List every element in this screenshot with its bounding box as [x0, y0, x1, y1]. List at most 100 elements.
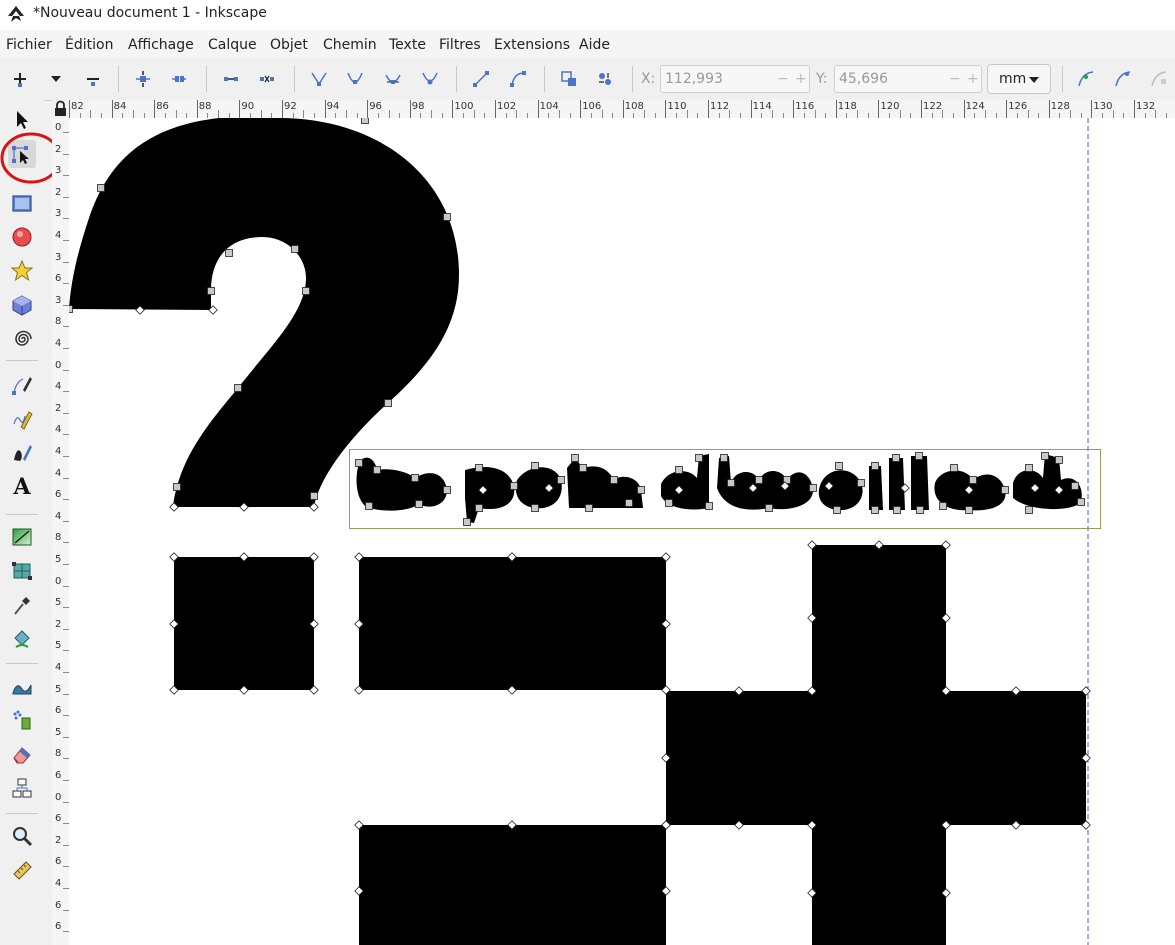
node-handle-square[interactable]	[625, 499, 633, 507]
menu-aide[interactable]: Aide	[579, 37, 610, 53]
zoom-icon[interactable]	[8, 822, 36, 850]
stroke-to-path-icon[interactable]	[592, 66, 618, 92]
wide-rectangle-shape[interactable]	[359, 557, 666, 690]
node-handle-square[interactable]	[705, 502, 713, 510]
node-handle-square[interactable]	[291, 245, 299, 253]
node-handle-square[interactable]	[531, 504, 539, 512]
node-handle-square[interactable]	[833, 506, 841, 514]
vertical-ruler[interactable]: 0 2 3 2 3 4 3 6 3 8 4 0 4 2 4 4 4 6 4 8 5 0 5 2 5 4 5 6 5 8 6 0 6 2 6 4 6 6	[52, 118, 70, 945]
node-handle-square[interactable]	[892, 454, 900, 462]
node-handle-square[interactable]	[585, 504, 593, 512]
measure-icon[interactable]	[8, 856, 36, 884]
segment-line-icon[interactable]	[468, 66, 494, 92]
menu-chemin[interactable]: Chemin	[323, 37, 377, 53]
node-handle-square[interactable]	[893, 506, 901, 514]
node-handle-square[interactable]	[915, 452, 923, 460]
clip-path-edit-icon[interactable]	[1073, 66, 1099, 92]
x-decrement-button[interactable]: −	[777, 71, 789, 87]
node-symmetric-icon[interactable]	[380, 66, 406, 92]
unit-select[interactable]: mm	[987, 64, 1051, 94]
node-handle-square[interactable]	[950, 464, 958, 472]
eraser-icon[interactable]	[8, 740, 36, 768]
canvas-artwork[interactable]	[69, 118, 1175, 945]
text-path-group[interactable]	[356, 454, 1082, 523]
node-handle-square[interactable]	[969, 476, 977, 484]
mask-edit-icon[interactable]	[1110, 66, 1136, 92]
node-handle-square[interactable]	[531, 462, 539, 470]
node-handle-square[interactable]	[1025, 506, 1033, 514]
pencil-icon[interactable]	[8, 405, 36, 433]
node-handle-square[interactable]	[1071, 482, 1079, 490]
object-to-path-icon[interactable]	[556, 66, 582, 92]
node-smooth-icon[interactable]	[342, 66, 368, 92]
delete-segment-icon[interactable]	[254, 66, 280, 92]
node-handle-square[interactable]	[384, 399, 392, 407]
connector-icon[interactable]	[8, 774, 36, 802]
drawing-canvas[interactable]	[69, 118, 1175, 945]
delete-node-icon[interactable]	[80, 66, 106, 92]
node-auto-icon[interactable]	[417, 66, 443, 92]
node-handle-square[interactable]	[695, 454, 703, 462]
node-handle-square[interactable]	[443, 486, 451, 494]
node-handle-square[interactable]	[557, 476, 565, 484]
node-handle-square[interactable]	[361, 118, 369, 124]
y-increment-button[interactable]: +	[967, 71, 979, 87]
menu-texte[interactable]: Texte	[389, 37, 426, 53]
node-handle-square[interactable]	[310, 492, 318, 500]
digit-two-shape[interactable]	[69, 118, 459, 507]
show-handles-icon[interactable]	[1146, 66, 1172, 92]
node-handle-square[interactable]	[463, 518, 471, 526]
node-handle-square[interactable]	[965, 506, 973, 514]
node-handle-square[interactable]	[610, 476, 618, 484]
node-handle-square[interactable]	[939, 502, 947, 510]
menu-filtres[interactable]: Filtres	[439, 37, 481, 53]
paint-bucket-icon[interactable]	[8, 625, 36, 653]
node-handle-square[interactable]	[809, 484, 817, 492]
guide-lock-icon[interactable]	[52, 100, 69, 118]
node-cusp-icon[interactable]	[306, 66, 332, 92]
insert-node-menu-icon[interactable]	[43, 66, 69, 92]
node-handle-square[interactable]	[475, 504, 483, 512]
node-handle-square[interactable]	[97, 184, 105, 192]
node-handle-square[interactable]	[225, 249, 233, 257]
node-handle-square[interactable]	[411, 474, 419, 482]
node-handle-square[interactable]	[727, 479, 735, 487]
horizontal-ruler[interactable]: 82 84 86 88 90 92 94 96 98 100 102 104 106 108 110 112 1…	[69, 100, 1175, 119]
node-handle-square[interactable]	[415, 500, 423, 508]
node-handle-square[interactable]	[1025, 464, 1033, 472]
node-handle-square[interactable]	[207, 287, 215, 295]
node-handle-square[interactable]	[637, 486, 645, 494]
node-handle-square[interactable]	[373, 466, 381, 474]
gradient-icon[interactable]	[8, 523, 36, 551]
pen-icon[interactable]	[8, 371, 36, 399]
menu-extensions[interactable]: Extensions	[494, 37, 570, 53]
x-increment-button[interactable]: +	[795, 71, 807, 87]
y-decrement-button[interactable]: −	[949, 71, 961, 87]
menu-objet[interactable]: Objet	[270, 37, 308, 53]
node-handle-square[interactable]	[857, 479, 865, 487]
node-handle-square[interactable]	[835, 462, 843, 470]
menu-edition[interactable]: Édition	[65, 37, 113, 53]
node-handle-square[interactable]	[475, 464, 483, 472]
tweak-icon[interactable]	[8, 672, 36, 700]
break-path-icon[interactable]	[166, 66, 192, 92]
node-handle-square[interactable]	[173, 483, 181, 491]
node-handle-square[interactable]	[1055, 456, 1063, 464]
rectangle-icon[interactable]	[8, 189, 36, 217]
node-handle-square[interactable]	[1041, 452, 1049, 460]
node-handle-square[interactable]	[916, 506, 924, 514]
menu-affichage[interactable]: Affichage	[128, 37, 194, 53]
node-handle-square[interactable]	[720, 454, 728, 462]
text-icon[interactable]: A	[8, 473, 36, 501]
node-handle-square[interactable]	[302, 287, 310, 295]
node-handle-square[interactable]	[665, 499, 673, 507]
join-nodes-icon[interactable]	[130, 66, 156, 92]
join-segment-icon[interactable]	[218, 66, 244, 92]
circle-icon[interactable]	[8, 223, 36, 251]
segment-curve-icon[interactable]	[505, 66, 531, 92]
node-handle-square[interactable]	[871, 462, 879, 470]
menu-calque[interactable]: Calque	[208, 37, 257, 53]
spiral-icon[interactable]	[8, 325, 36, 353]
node-handle-square[interactable]	[571, 454, 579, 462]
node-handle-square[interactable]	[871, 506, 879, 514]
